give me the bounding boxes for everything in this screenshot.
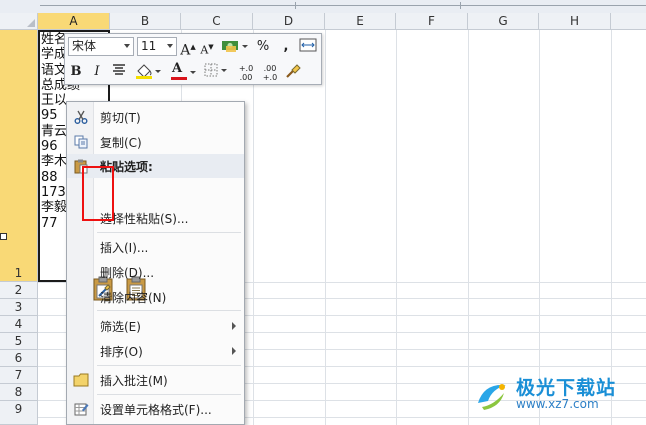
- column-header-e[interactable]: E: [325, 13, 396, 30]
- menu-separator: [97, 232, 241, 233]
- menu-item-delete[interactable]: 删除(D)...: [67, 260, 244, 284]
- menu-item-filter[interactable]: 筛选(E): [67, 314, 244, 338]
- menu-item-cut[interactable]: 剪切(T): [67, 105, 244, 129]
- menu-item-label: 排序(O): [100, 345, 143, 359]
- format-cells-icon: [74, 403, 89, 416]
- format-painter-button[interactable]: [283, 62, 303, 82]
- font-name-value: 宋体: [72, 39, 97, 53]
- menu-item-insert[interactable]: 插入(I)...: [67, 235, 244, 259]
- menu-separator: [97, 310, 241, 311]
- menu-item-copy[interactable]: 复制(C): [67, 130, 244, 154]
- submenu-arrow-icon: [232, 322, 236, 330]
- font-size-select[interactable]: 11: [137, 37, 177, 56]
- row-header-9[interactable]: 9: [0, 401, 38, 425]
- font-name-select[interactable]: 宋体: [68, 37, 134, 56]
- menu-item-insert-comment[interactable]: 插入批注(M): [67, 368, 244, 392]
- menu-item-label: 剪切(T): [100, 111, 141, 125]
- menu-item-label: 设置单元格格式(F)...: [100, 403, 212, 417]
- row-header-6[interactable]: 6: [0, 350, 38, 367]
- watermark-name: 极光下载站: [516, 377, 617, 399]
- italic-button[interactable]: I: [89, 62, 105, 82]
- column-header-a[interactable]: A: [38, 13, 110, 30]
- column-header-c[interactable]: C: [181, 13, 253, 30]
- row-header-1[interactable]: 1: [0, 30, 38, 282]
- menu-item-label: 插入批注(M): [100, 374, 168, 388]
- column-header-i[interactable]: [611, 13, 646, 30]
- column-header-d[interactable]: D: [253, 13, 325, 30]
- submenu-arrow-icon: [232, 347, 236, 355]
- menu-item-label: 删除(D)...: [100, 266, 155, 280]
- scissors-icon: [74, 110, 88, 124]
- bold-button[interactable]: B: [68, 62, 84, 82]
- menu-item-label: 复制(C): [100, 136, 142, 150]
- merge-cells-icon: [299, 38, 317, 52]
- menu-item-label: 筛选(E): [100, 320, 141, 334]
- watermark-logo-icon: [478, 384, 506, 410]
- row-header-3[interactable]: 3: [0, 299, 38, 316]
- column-header-g[interactable]: G: [468, 13, 539, 30]
- row-header-5[interactable]: 5: [0, 333, 38, 350]
- center-align-button[interactable]: [110, 62, 128, 82]
- font-color-icon: [171, 71, 196, 80]
- borders-button[interactable]: [203, 62, 231, 82]
- borders-icon: [204, 63, 227, 77]
- column-header-f[interactable]: F: [396, 13, 468, 30]
- watermark: 极光下载站 www.xz7.com: [472, 373, 632, 417]
- menu-item-clear-contents[interactable]: 清除内容(N): [67, 285, 244, 309]
- context-menu: 剪切(T) 复制(C) 粘贴选项: 选择性粘贴(S)... 插入(I)... 删…: [66, 101, 245, 425]
- row-header-2[interactable]: 2: [0, 282, 38, 299]
- column-header-h[interactable]: H: [539, 13, 611, 30]
- menu-item-sort[interactable]: 排序(O): [67, 339, 244, 363]
- shrink-font-button[interactable]: A▼: [199, 37, 215, 57]
- currency-icon: [222, 41, 248, 52]
- row-header-7[interactable]: 7: [0, 367, 38, 384]
- watermark-url: www.xz7.com: [516, 397, 599, 411]
- grow-font-button[interactable]: A▲: [180, 37, 196, 59]
- comma-style-button[interactable]: ,: [279, 37, 293, 57]
- row-header-4[interactable]: 4: [0, 316, 38, 333]
- percent-style-button[interactable]: %: [255, 37, 271, 57]
- select-all-corner[interactable]: [0, 13, 38, 30]
- menu-item-format-cells[interactable]: 设置单元格格式(F)...: [67, 397, 244, 421]
- merge-center-button[interactable]: [299, 37, 317, 57]
- mini-toolbar: 宋体 11 A▲ A▼ % , B I A +.0 .00 .00 +.0: [64, 33, 322, 85]
- decrease-decimal-button[interactable]: .00 +.0: [259, 62, 281, 82]
- menu-item-label: 插入(I)...: [100, 241, 149, 255]
- align-center-icon: [113, 64, 125, 75]
- ruler-strip: [0, 0, 646, 14]
- copy-icon: [74, 135, 88, 149]
- format-painter-icon: [286, 64, 301, 78]
- font-color-button[interactable]: A: [168, 61, 198, 82]
- increase-decimal-button[interactable]: +.0 .00: [235, 62, 257, 82]
- menu-separator: [97, 365, 241, 366]
- paint-bucket-icon: [136, 64, 161, 79]
- row-header-8[interactable]: 8: [0, 384, 38, 401]
- menu-separator: [97, 394, 241, 395]
- highlight-box: [82, 166, 114, 221]
- fill-color-button[interactable]: [133, 62, 163, 82]
- menu-item-label: 清除内容(N): [100, 291, 167, 305]
- resize-handle[interactable]: [0, 233, 7, 240]
- accounting-format-button[interactable]: [220, 37, 250, 57]
- font-size-value: 11: [141, 39, 157, 53]
- column-header-b[interactable]: B: [110, 13, 181, 30]
- comment-icon: [73, 373, 89, 387]
